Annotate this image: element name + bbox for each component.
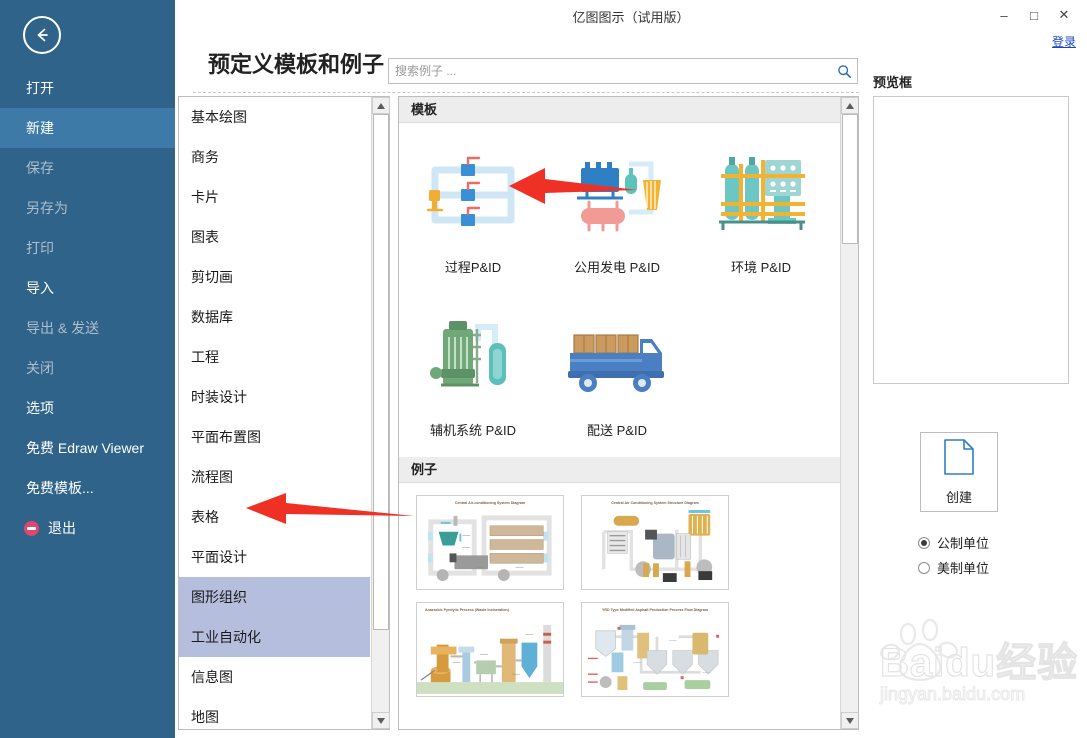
unit-option-metric[interactable]: 公制单位 <box>918 533 989 552</box>
example-card-central-air-conditioning[interactable]: Central Air-conditioning System Diagram <box>416 495 564 590</box>
new-document-icon <box>943 438 975 481</box>
back-arrow-icon[interactable] <box>23 16 61 54</box>
nav-item-save[interactable]: 保存 <box>0 148 175 188</box>
category-item-basic-drawing[interactable]: 基本绘图 <box>179 97 370 137</box>
content-scroll-down-icon[interactable] <box>841 712 858 729</box>
app-title: 亿图图示（试用版） <box>572 10 690 25</box>
scroll-up-icon[interactable] <box>372 97 390 114</box>
nav-item-quit[interactable]: 退出 <box>0 508 175 548</box>
category-item-infographic[interactable]: 信息图 <box>179 657 370 697</box>
template-card-environment-pid[interactable]: 环境 P&ID <box>691 137 831 276</box>
example-title: YRD Type Modified Asphalt Production Pro… <box>601 608 709 612</box>
power-pid-icon <box>547 143 687 247</box>
content-scrollbar-thumb[interactable] <box>842 114 858 244</box>
example-title: Central Air-conditioning System Diagram <box>454 501 526 505</box>
category-item-fashion[interactable]: 时装设计 <box>179 377 370 417</box>
minimize-icon[interactable]: – <box>989 2 1019 28</box>
category-item-graphic-organizer[interactable]: 图形组织 <box>179 577 370 617</box>
category-scrollbar[interactable] <box>371 97 390 729</box>
environment-pid-icon <box>691 143 831 247</box>
process-pid-icon <box>403 143 543 247</box>
login-link[interactable]: 登录 <box>1052 33 1076 50</box>
nav-item-free-templates[interactable]: 免费模板... <box>0 468 175 508</box>
unit-option-imperial[interactable]: 美制单位 <box>918 558 989 577</box>
scroll-down-icon[interactable] <box>372 712 390 729</box>
template-card-process-pid[interactable]: 过程P&ID <box>403 137 543 276</box>
nav-item-export-send[interactable]: 导出 & 发送 <box>0 308 175 348</box>
template-card-auxiliary-pid[interactable]: 辅机系统 P&ID <box>403 300 543 439</box>
example-card-central-air-conditioning-structure[interactable]: Central Air Conditioning System Structur… <box>581 495 729 590</box>
category-item-graphic-design[interactable]: 平面设计 <box>179 537 370 577</box>
file-menu-sidebar: 打开 新建 保存 另存为 打印 导入 导出 & 发送 关闭 选项 免费 Edra… <box>0 0 175 738</box>
nav-item-open[interactable]: 打开 <box>0 68 175 108</box>
category-panel: 基本绘图 商务 卡片 图表 剪切画 数据库 工程 时装设计 平面布置图 流程图 … <box>178 96 390 730</box>
category-item-industrial-automation[interactable]: 工业自动化 <box>179 617 370 657</box>
nav-item-print[interactable]: 打印 <box>0 228 175 268</box>
template-label: 配送 P&ID <box>587 423 647 438</box>
template-card-distribution-pid[interactable]: 配送 P&ID <box>547 300 687 439</box>
create-button-label: 创建 <box>945 490 972 505</box>
examples-grid: Central Air-conditioning System Diagram <box>399 483 858 697</box>
distribution-pid-icon <box>547 306 687 410</box>
content-scroll-up-icon[interactable] <box>841 97 858 114</box>
template-card-power-pid[interactable]: 公用发电 P&ID <box>547 137 687 276</box>
category-item-form[interactable]: 表格 <box>179 497 370 537</box>
nav-item-save-as[interactable]: 另存为 <box>0 188 175 228</box>
create-button[interactable]: 创建 <box>920 432 998 512</box>
nav-item-import[interactable]: 导入 <box>0 268 175 308</box>
examples-section-heading: 例子 <box>399 457 858 483</box>
example-title: Anaerobic Pyrolytic Process (Waste Incin… <box>425 608 509 612</box>
category-item-clipart[interactable]: 剪切画 <box>179 257 370 297</box>
close-icon[interactable]: ✕ <box>1049 2 1079 28</box>
radio-metric-icon[interactable] <box>918 536 930 549</box>
template-label: 辅机系统 P&ID <box>430 423 516 438</box>
unit-option-metric-label: 公制单位 <box>937 536 990 551</box>
category-item-business[interactable]: 商务 <box>179 137 370 177</box>
category-item-chart[interactable]: 图表 <box>179 217 370 257</box>
title-bar: 亿图图示（试用版） – □ ✕ <box>175 0 1087 30</box>
unit-option-imperial-label: 美制单位 <box>937 561 990 576</box>
watermark-text: Baidu经验 <box>879 640 1079 685</box>
maximize-icon[interactable]: □ <box>1019 2 1049 28</box>
baidu-watermark: Baidu经验 jingyan.baidu.com <box>879 618 1080 732</box>
radio-imperial-icon[interactable] <box>918 561 930 574</box>
nav-item-quit-label: 退出 <box>48 520 76 536</box>
example-title: Central Air Conditioning System Structur… <box>611 501 699 505</box>
example-card-anaerobic-pyrolytic-process[interactable]: Anaerobic Pyrolytic Process (Waste Incin… <box>416 602 564 697</box>
template-label: 公用发电 P&ID <box>574 260 660 275</box>
template-label: 环境 P&ID <box>731 260 791 275</box>
search-input[interactable] <box>389 59 831 83</box>
category-scrollbar-thumb[interactable] <box>373 114 389 630</box>
header-divider <box>193 92 859 93</box>
category-item-floor-plan[interactable]: 平面布置图 <box>179 417 370 457</box>
nav-item-new[interactable]: 新建 <box>0 108 175 148</box>
template-content-panel: 模板 过程P&ID 公用发电 P&ID 环境 P&ID 辅机系统 P&ID 配送… <box>398 96 859 730</box>
category-item-map[interactable]: 地图 <box>179 697 370 729</box>
auxiliary-pid-icon <box>403 306 543 410</box>
file-menu-list: 打开 新建 保存 另存为 打印 导入 导出 & 发送 关闭 选项 免费 Edra… <box>0 68 175 548</box>
edraw-backstage-window: 打开 新建 保存 另存为 打印 导入 导出 & 发送 关闭 选项 免费 Edra… <box>0 0 1087 738</box>
example-card-yrd-asphalt-production[interactable]: YRD Type Modified Asphalt Production Pro… <box>581 602 729 697</box>
templates-grid: 过程P&ID 公用发电 P&ID 环境 P&ID 辅机系统 P&ID 配送 P&… <box>399 123 858 443</box>
preview-box <box>873 96 1069 384</box>
category-item-flowchart[interactable]: 流程图 <box>179 457 370 497</box>
quit-icon <box>24 520 39 536</box>
templates-section-heading: 模板 <box>399 97 858 123</box>
template-label: 过程P&ID <box>444 260 502 275</box>
category-list: 基本绘图 商务 卡片 图表 剪切画 数据库 工程 时装设计 平面布置图 流程图 … <box>179 97 370 729</box>
category-item-engineering[interactable]: 工程 <box>179 337 370 377</box>
nav-item-options[interactable]: 选项 <box>0 388 175 428</box>
watermark-subtext: jingyan.baidu.com <box>879 684 1026 705</box>
category-item-card[interactable]: 卡片 <box>179 177 370 217</box>
nav-item-edraw-viewer[interactable]: 免费 Edraw Viewer <box>0 428 175 468</box>
preview-label: 预览框 <box>873 75 913 90</box>
content-scrollbar[interactable] <box>840 97 858 729</box>
search-icon[interactable] <box>831 64 857 79</box>
window-controls: – □ ✕ <box>989 2 1079 28</box>
page-title: 预定义模板和例子 <box>208 52 385 77</box>
nav-item-close[interactable]: 关闭 <box>0 348 175 388</box>
category-item-database[interactable]: 数据库 <box>179 297 370 337</box>
search-box[interactable] <box>388 58 858 84</box>
